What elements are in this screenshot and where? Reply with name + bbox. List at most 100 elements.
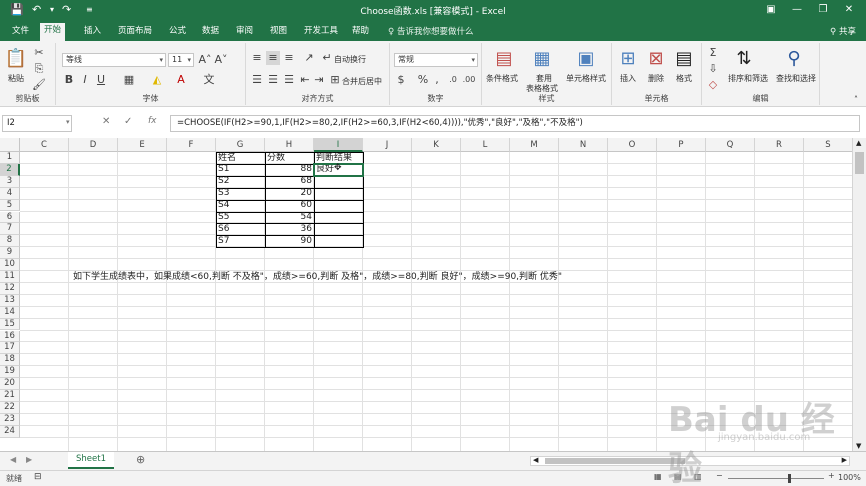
format-cells-button[interactable]: 格式 [676, 73, 692, 84]
row-header[interactable]: 19 [0, 366, 20, 379]
column-header[interactable]: P [657, 138, 706, 152]
format-cells-icon[interactable]: ▤ [672, 47, 696, 71]
row-header[interactable]: 23 [0, 413, 20, 426]
table-cell-score[interactable]: 36 [265, 224, 314, 235]
tab-help[interactable]: 帮助 [348, 24, 373, 41]
cell-styles-button[interactable]: 单元格样式 [566, 73, 606, 84]
share-button[interactable]: ⚲ 共享 [830, 25, 856, 37]
row-header[interactable]: 24 [0, 425, 20, 438]
row-header[interactable]: 1 [0, 152, 20, 164]
row-header[interactable]: 11 [0, 271, 20, 283]
header-cell-name[interactable]: 姓名 [216, 153, 265, 164]
normal-view-icon[interactable]: ▦ [654, 472, 662, 481]
instruction-note[interactable]: 如下学生成绩表中，如果成绩<60,判断 不及格"，成绩>=60,判断 及格"，成… [71, 272, 564, 283]
cancel-icon[interactable]: ✕ [102, 116, 110, 127]
align-bottom-icon[interactable]: ≡ [282, 51, 296, 65]
format-painter-icon[interactable]: 🖌 [32, 78, 46, 92]
tab-home[interactable]: 开始 [40, 23, 66, 42]
font-color-icon[interactable]: A [174, 73, 188, 87]
header-cell-score[interactable]: 分数 [265, 153, 314, 164]
align-left-icon[interactable]: ☰ [250, 73, 264, 87]
table-cell-score[interactable]: 20 [265, 188, 314, 199]
table-cell-score[interactable]: 88 [265, 164, 314, 175]
column-header[interactable]: D [69, 138, 118, 152]
prev-sheet-icon[interactable]: ◀ [10, 455, 16, 464]
conditional-format-icon[interactable]: ▤ [492, 47, 516, 71]
scroll-left-icon[interactable]: ◀ [533, 456, 538, 464]
cut-icon[interactable]: ✂ [32, 46, 46, 60]
row-header[interactable]: 15 [0, 318, 20, 331]
row-header[interactable]: 8 [0, 235, 20, 248]
row-header[interactable]: 22 [0, 401, 20, 414]
table-cell-name[interactable]: S7 [216, 236, 265, 247]
row-header[interactable]: 10 [0, 259, 20, 271]
align-right-icon[interactable]: ☰ [282, 73, 296, 87]
decrease-decimal-icon[interactable]: .00 [462, 73, 476, 87]
column-header[interactable]: F [167, 138, 216, 152]
insert-cells-icon[interactable]: ⊞ [616, 47, 640, 71]
fill-color-icon[interactable]: ◭ [150, 73, 164, 87]
increase-font-icon[interactable]: A˄ [198, 53, 212, 67]
bold-button[interactable]: B [62, 73, 76, 87]
header-cell-result[interactable]: 判断结果 [314, 153, 363, 164]
increase-indent-icon[interactable]: ⇥ [312, 73, 326, 87]
format-as-table-icon[interactable]: ▦ [530, 47, 554, 71]
percent-button[interactable]: % [416, 73, 430, 87]
minimize-icon[interactable]: — [786, 2, 808, 18]
wrap-text-icon[interactable]: ↵ [320, 51, 334, 65]
underline-button[interactable]: U [94, 73, 108, 87]
paste-icon[interactable]: 📋 [4, 47, 28, 71]
table-cell-score[interactable]: 68 [265, 176, 314, 187]
insert-function-button[interactable]: fx [148, 116, 157, 126]
tab-developer[interactable]: 开发工具 [300, 24, 342, 41]
tab-view[interactable]: 视图 [266, 24, 291, 41]
column-header[interactable]: L [461, 138, 510, 152]
enter-icon[interactable]: ✓ [124, 116, 132, 127]
vertical-scroll-thumb[interactable] [855, 152, 864, 174]
table-cell-name[interactable]: S4 [216, 200, 265, 211]
find-select-icon[interactable]: ⚲ [782, 47, 806, 71]
accounting-icon[interactable]: $ [394, 73, 408, 87]
copy-icon[interactable]: ⎘ [32, 62, 46, 76]
scroll-up-icon[interactable]: ▲ [856, 139, 861, 147]
tab-data[interactable]: 数据 [198, 24, 223, 41]
collapse-ribbon-icon[interactable]: ˄ [854, 95, 858, 104]
table-cell-score[interactable]: 54 [265, 212, 314, 223]
table-cell-score[interactable]: 60 [265, 200, 314, 211]
row-header[interactable]: 21 [0, 390, 20, 402]
delete-cells-icon[interactable]: ⊠ [644, 47, 668, 71]
fill-icon[interactable]: ⇩ [706, 62, 720, 76]
merge-icon[interactable]: ⊞ [328, 73, 342, 87]
row-header[interactable]: 2 [0, 163, 20, 176]
delete-cells-button[interactable]: 删除 [648, 73, 664, 84]
row-header[interactable]: 7 [0, 223, 20, 236]
sort-filter-icon[interactable]: ⇅ [732, 47, 756, 71]
table-cell-name[interactable]: S2 [216, 176, 265, 187]
column-header[interactable]: I [314, 138, 363, 152]
namebox-dropdown-icon[interactable]: ▾ [66, 118, 70, 126]
close-icon[interactable]: ✕ [838, 2, 860, 18]
restore-icon[interactable]: ❐ [812, 2, 834, 18]
tab-page-layout[interactable]: 页面布局 [114, 24, 156, 41]
row-header[interactable]: 17 [0, 342, 20, 355]
column-header[interactable]: J [363, 138, 412, 152]
row-header[interactable]: 13 [0, 294, 20, 307]
row-header[interactable]: 20 [0, 378, 20, 390]
tab-review[interactable]: 审阅 [232, 24, 257, 41]
comma-button[interactable]: , [430, 73, 444, 87]
row-header[interactable]: 12 [0, 282, 20, 295]
font-size-combo[interactable]: 11 ▾ [168, 53, 194, 67]
tab-insert[interactable]: 插入 [80, 24, 105, 41]
row-header[interactable]: 18 [0, 354, 20, 367]
column-header[interactable]: O [608, 138, 657, 152]
next-sheet-icon[interactable]: ▶ [26, 455, 32, 464]
table-cell-name[interactable]: S3 [216, 188, 265, 199]
paste-button[interactable]: 粘贴 [8, 73, 24, 84]
table-cell-score[interactable]: 90 [265, 236, 314, 247]
ribbon-display-icon[interactable]: ▣ [760, 2, 782, 18]
cell-styles-icon[interactable]: ▣ [574, 47, 598, 71]
column-header[interactable]: S [804, 138, 852, 152]
tell-me-box[interactable]: ♀ 告诉我你想要做什么 [388, 25, 473, 37]
row-header[interactable]: 5 [0, 199, 20, 212]
align-middle-icon[interactable]: ≡ [266, 51, 280, 65]
